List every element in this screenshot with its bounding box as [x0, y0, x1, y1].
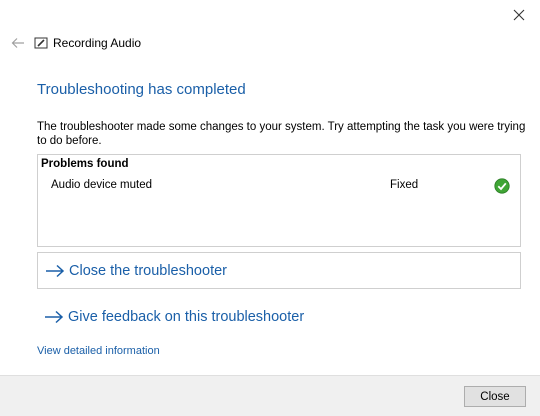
problems-header: Problems found — [41, 158, 129, 170]
problem-name: Audio device muted — [51, 179, 153, 191]
back-button[interactable] — [8, 33, 28, 53]
close-button[interactable]: Close — [464, 386, 526, 407]
close-window-button[interactable] — [506, 4, 532, 26]
close-troubleshooter-label: Close the troubleshooter — [69, 262, 227, 279]
page-heading: Troubleshooting has completed — [37, 81, 246, 98]
arrow-right-icon — [46, 264, 65, 277]
window-title: Recording Audio — [53, 36, 142, 50]
description-text: The troubleshooter made some changes to … — [37, 121, 526, 147]
view-detailed-information-link[interactable]: View detailed information — [37, 345, 160, 357]
arrow-right-icon — [45, 310, 64, 323]
problem-status: Fixed — [390, 179, 419, 191]
title-bar: Recording Audio — [8, 33, 141, 53]
green-check-icon — [494, 178, 510, 194]
problems-found-panel: Problems found Audio device muted Fixed — [37, 154, 521, 247]
troubleshooter-icon — [34, 36, 48, 50]
give-feedback-label: Give feedback on this troubleshooter — [68, 308, 305, 325]
close-icon — [513, 9, 525, 21]
back-arrow-icon — [11, 38, 24, 48]
footer-bar: Close — [0, 375, 540, 416]
give-feedback-link[interactable]: Give feedback on this troubleshooter — [37, 298, 521, 335]
close-troubleshooter-link[interactable]: Close the troubleshooter — [37, 252, 521, 289]
